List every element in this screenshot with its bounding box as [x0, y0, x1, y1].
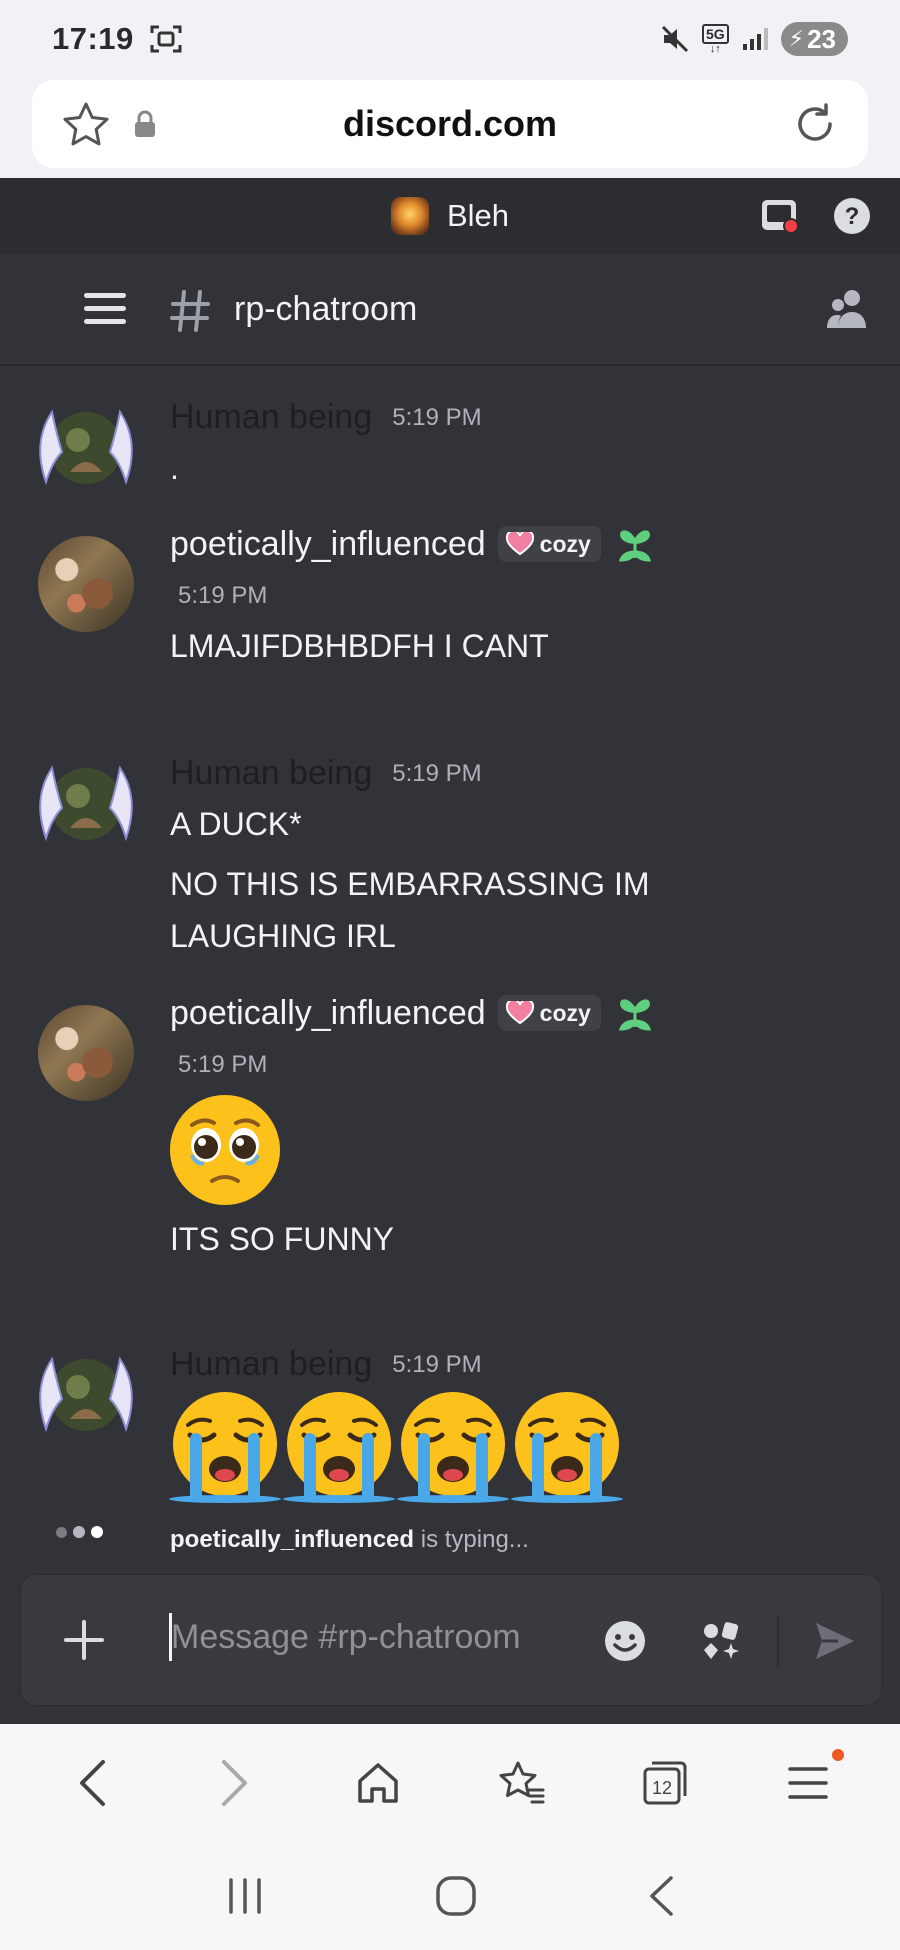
- message-input[interactable]: [171, 1605, 591, 1669]
- address-bar[interactable]: discord.com: [32, 80, 868, 168]
- notification-dot: [832, 1749, 845, 1761]
- chevron-left-icon: [79, 1760, 105, 1806]
- username[interactable]: Human being: [170, 1345, 372, 1384]
- channel-header: rp-chatroom: [0, 254, 900, 366]
- emoji-row: [168, 1389, 624, 1503]
- system-nav-bar: [0, 1842, 900, 1950]
- channel-name: rp-chatroom: [234, 289, 418, 328]
- avatar[interactable]: [30, 392, 140, 502]
- avatar[interactable]: [30, 1339, 140, 1449]
- loudly-crying-face-emoji[interactable]: [396, 1389, 510, 1503]
- username[interactable]: Human being: [170, 754, 372, 793]
- menu-button[interactable]: [768, 1743, 848, 1823]
- message-composer: [20, 1574, 882, 1706]
- timestamp: 5:19 PM: [178, 1051, 268, 1078]
- inbox-icon[interactable]: [760, 198, 800, 234]
- flower-decoration-icon: [618, 999, 651, 1031]
- channel-hash-icon: [170, 290, 210, 332]
- server-header[interactable]: Bleh ?: [0, 178, 900, 254]
- flower-decoration-icon: [618, 530, 651, 562]
- angel-wings-avatar: [39, 765, 133, 842]
- message-list[interactable]: Human being 5:19 PM . poetically_influen…: [0, 366, 900, 1566]
- hamburger-menu-icon[interactable]: [84, 292, 126, 326]
- username[interactable]: Human being: [170, 398, 372, 437]
- send-icon[interactable]: [813, 1619, 857, 1663]
- typing-dots: [56, 1526, 103, 1538]
- message-text: NO THIS IS EMBARRASSING IM LAUGHING IRL: [170, 866, 650, 954]
- system-back-icon[interactable]: [647, 1875, 675, 1917]
- home-icon: [358, 1763, 399, 1803]
- battery-indicator: ⚡ 23: [780, 22, 848, 56]
- signal-icon: [742, 28, 768, 50]
- browser-toolbar: discord.com: [0, 78, 900, 178]
- pleading-face-emoji[interactable]: [168, 1093, 282, 1207]
- forward-button[interactable]: [195, 1743, 275, 1823]
- typing-indicator: poetically_influenced is typing...: [170, 1526, 529, 1553]
- loudly-crying-face-emoji[interactable]: [510, 1389, 624, 1503]
- avatar[interactable]: [30, 532, 140, 642]
- home-button[interactable]: [338, 1743, 418, 1823]
- guild-tag[interactable]: cozy: [497, 995, 601, 1031]
- mute-icon: [661, 25, 688, 53]
- angel-wings-avatar: [39, 409, 133, 486]
- back-button[interactable]: [52, 1743, 132, 1823]
- bookmarks-button[interactable]: [482, 1743, 562, 1823]
- bookmark-star-icon[interactable]: [62, 101, 110, 147]
- emoji-picker-icon[interactable]: [603, 1619, 647, 1663]
- composer-divider: [777, 1615, 779, 1667]
- avatar-image: [38, 536, 134, 632]
- avatar[interactable]: [30, 748, 140, 858]
- server-name: Bleh: [446, 198, 510, 233]
- guild-tag[interactable]: cozy: [497, 526, 601, 562]
- server-icon: [390, 197, 429, 235]
- apps-icon[interactable]: [699, 1619, 743, 1663]
- member-list-icon[interactable]: [826, 288, 870, 330]
- discord-app: Bleh ? rp-chatroom Human being 5:19 PM .…: [0, 178, 900, 1724]
- message-text: ITS SO FUNNY: [170, 1221, 395, 1257]
- timestamp: 5:19 PM: [392, 403, 482, 431]
- chevron-right-icon: [221, 1760, 247, 1806]
- heart-icon: [505, 1001, 534, 1025]
- timestamp: 5:19 PM: [178, 582, 268, 609]
- svg-text:?: ?: [845, 203, 860, 230]
- status-time: 17:19: [52, 21, 134, 56]
- browser-bottom-bar: 12: [0, 1724, 900, 1842]
- message-text: LMAJIFDBHBDFH I CANT: [170, 628, 549, 664]
- screen-capture-icon: [150, 25, 182, 53]
- timestamp: 5:19 PM: [392, 1350, 482, 1378]
- status-bar: 17:19 5G ↓↑ ⚡ 23: [0, 0, 900, 78]
- angel-wings-avatar: [39, 1356, 133, 1433]
- lock-icon[interactable]: [132, 109, 158, 139]
- username[interactable]: poetically_influenced: [170, 994, 486, 1033]
- timestamp: 5:19 PM: [392, 759, 482, 787]
- loudly-crying-face-emoji[interactable]: [282, 1389, 396, 1503]
- help-icon[interactable]: ?: [832, 196, 872, 236]
- avatar-image: [38, 1005, 134, 1101]
- tabs-button[interactable]: 12: [625, 1743, 705, 1823]
- recent-apps-icon[interactable]: [225, 1878, 265, 1914]
- message-text: A DUCK*: [170, 806, 302, 842]
- heart-icon: [505, 532, 534, 556]
- reload-icon[interactable]: [792, 101, 838, 147]
- message-text: .: [170, 450, 179, 486]
- loudly-crying-face-emoji[interactable]: [168, 1389, 282, 1503]
- tabs-icon: 12: [643, 1761, 687, 1805]
- username[interactable]: poetically_influenced: [170, 525, 486, 564]
- bookmark-list-icon: [499, 1761, 545, 1804]
- battery-charging-icon: ⚡: [788, 26, 805, 51]
- home-circle-icon[interactable]: [435, 1875, 477, 1917]
- avatar[interactable]: [30, 1001, 140, 1111]
- network-indicator: 5G ↓↑: [701, 23, 729, 55]
- attach-plus-icon[interactable]: [63, 1619, 105, 1661]
- menu-icon: [788, 1767, 829, 1799]
- svg-text:12: 12: [652, 1778, 672, 1798]
